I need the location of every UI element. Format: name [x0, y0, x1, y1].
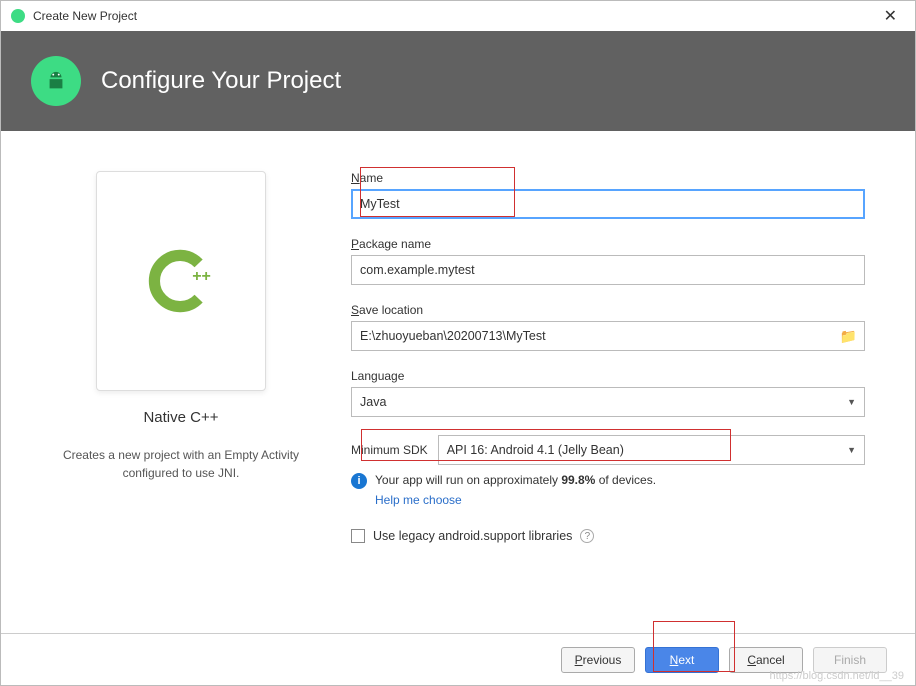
close-icon[interactable]: ✕ — [876, 2, 905, 30]
legacy-label: Use legacy android.support libraries — [373, 529, 572, 543]
template-preview-column: ++ Native C++ Creates a new project with… — [51, 171, 311, 613]
language-value: Java — [360, 395, 386, 409]
sdk-select[interactable]: API 16: Android 4.1 (Jelly Bean) ▼ — [438, 435, 865, 465]
titlebar: Create New Project ✕ — [1, 1, 915, 31]
previous-button[interactable]: Previous — [561, 647, 635, 673]
template-title: Native C++ — [51, 409, 311, 426]
location-label: Save location — [351, 303, 865, 317]
cpp-icon: ++ — [141, 241, 221, 321]
next-button[interactable]: Next — [645, 647, 719, 673]
language-label: Language — [351, 369, 865, 383]
app-icon — [11, 9, 25, 23]
template-description: Creates a new project with an Empty Acti… — [51, 446, 311, 482]
svg-text:++: ++ — [192, 268, 211, 285]
header: Configure Your Project — [1, 31, 915, 131]
help-me-choose-link[interactable]: Help me choose — [375, 493, 462, 507]
chevron-down-icon: ▼ — [847, 445, 856, 455]
location-input[interactable] — [351, 321, 865, 351]
package-input[interactable] — [351, 255, 865, 285]
info-icon: i — [351, 473, 367, 489]
cancel-button[interactable]: Cancel — [729, 647, 803, 673]
folder-icon[interactable]: 📁 — [840, 328, 857, 345]
sdk-hint: i Your app will run on approximately 99.… — [351, 473, 865, 489]
sdk-label: Minimum SDK — [351, 443, 428, 457]
sdk-value: API 16: Android 4.1 (Jelly Bean) — [447, 443, 624, 457]
android-studio-logo-icon — [31, 56, 81, 106]
name-input[interactable] — [351, 189, 865, 219]
language-select[interactable]: Java ▼ — [351, 387, 865, 417]
help-icon[interactable]: ? — [580, 529, 594, 543]
name-label: Name — [351, 171, 865, 185]
window-title: Create New Project — [33, 9, 137, 23]
form-column: Name Package name Save location 📁 Langua… — [351, 171, 865, 613]
chevron-down-icon: ▼ — [847, 397, 856, 407]
watermark: https://blog.csdn.net/id__39 — [769, 670, 904, 682]
finish-button: Finish — [813, 647, 887, 673]
package-label: Package name — [351, 237, 865, 251]
template-preview-image: ++ — [96, 171, 266, 391]
legacy-checkbox[interactable] — [351, 529, 365, 543]
page-title: Configure Your Project — [101, 67, 341, 95]
